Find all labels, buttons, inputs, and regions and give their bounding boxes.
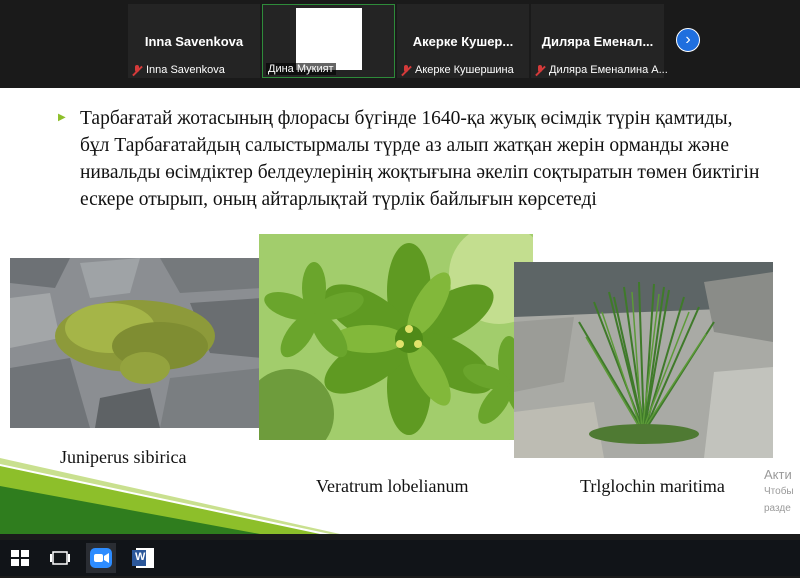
participant-strip: Inna Savenkova Inna Savenkova Дина Мукия… [0, 0, 800, 88]
participant-tile[interactable]: Диляра Еменал... Диляра Еменалина А... [531, 4, 668, 78]
muted-mic-icon [401, 64, 411, 76]
windows-activation-watermark: Акти Чтобы разде [764, 467, 794, 514]
zoom-app-icon[interactable] [86, 543, 116, 573]
muted-mic-icon [132, 64, 142, 76]
participant-tile[interactable]: Акерке Кушер... Акерке Кушершина [397, 4, 529, 78]
participant-name: Акерке Кушер... [412, 34, 514, 49]
slide-decor-swoosh [0, 458, 340, 534]
shared-slide: ▶ Тарбағатай жотасының флорасы бүгінде 1… [0, 88, 800, 534]
participant-label: Акерке Кушершина [401, 64, 514, 76]
participant-tile[interactable]: Inna Savenkova Inna Savenkova [128, 4, 260, 78]
participant-tile[interactable]: Дина Мукият [262, 4, 395, 78]
windows-taskbar: W [0, 540, 800, 576]
word-letter: W [135, 551, 146, 563]
participant-label: Диляра Еменалина А... [535, 64, 668, 76]
next-participants-button[interactable]: › [676, 28, 700, 52]
chevron-right-icon: › [685, 31, 691, 48]
video-feed [296, 8, 362, 70]
caption-triglochin: Trlglochin maritima [580, 476, 725, 496]
participant-label: Inna Savenkova [132, 64, 225, 76]
windows-start-icon[interactable] [8, 546, 32, 570]
juniperus-photo [10, 258, 262, 428]
veratrum-photo [259, 234, 533, 440]
participant-label: Дина Мукият [266, 63, 336, 75]
muted-mic-icon [535, 64, 545, 76]
bullet-arrow-icon: ▶ [58, 112, 66, 123]
triglochin-photo [514, 262, 773, 458]
word-app-icon[interactable]: W [128, 543, 158, 573]
participant-name: Inna Savenkova [144, 34, 244, 49]
participant-name: Диляра Еменал... [541, 34, 654, 49]
slide-paragraph: Тарбағатай жотасының флорасы бүгінде 164… [80, 108, 760, 210]
task-view-icon[interactable] [48, 546, 72, 570]
